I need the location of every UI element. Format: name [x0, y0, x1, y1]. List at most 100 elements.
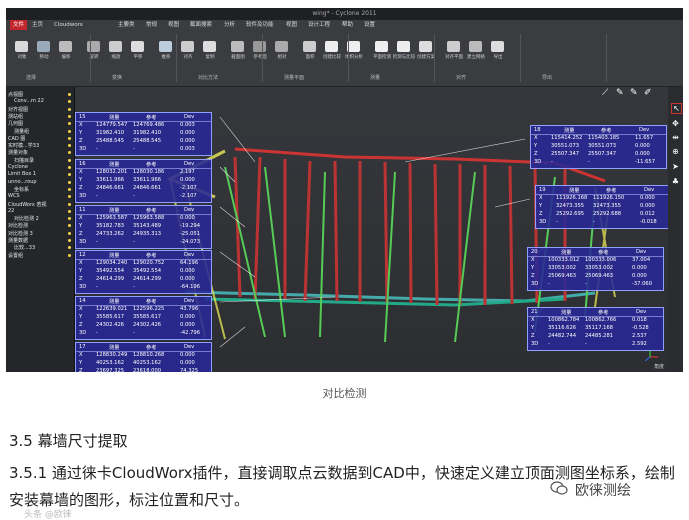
- visibility-dot[interactable]: [68, 173, 71, 177]
- ribbon-button[interactable]: 对象: [12, 38, 32, 62]
- menu-item[interactable]: 帮助: [342, 20, 353, 30]
- visibility-dot[interactable]: [68, 202, 71, 206]
- tree-item[interactable]: 几何图: [8, 120, 23, 127]
- tag-icon[interactable]: ✐: [644, 88, 656, 98]
- ribbon-button[interactable]: 对齐平面: [444, 38, 464, 62]
- comparison-panel[interactable]: 12 测量 参考 Dev X 129034.240 129020.752 64.196 Y 354…: [75, 250, 212, 294]
- ribbon-button[interactable]: 复制: [200, 38, 220, 62]
- visibility-dot[interactable]: [68, 224, 71, 228]
- comparison-panel[interactable]: 14 测量 参考 Dev X 122639.021 122596.225 43.796 Y 355…: [75, 296, 212, 340]
- menu-item[interactable]: 设置: [364, 20, 375, 30]
- visibility-dot[interactable]: [68, 217, 71, 221]
- tree-item[interactable]: 对比检测 2: [14, 215, 39, 222]
- tree-item[interactable]: 对比检测: [8, 222, 28, 229]
- menu-item[interactable]: 主要类: [118, 20, 135, 30]
- menu-item[interactable]: 视图: [168, 20, 179, 30]
- ribbon-button[interactable]: 导出: [488, 38, 508, 62]
- tree-item[interactable]: 测量数据: [8, 237, 28, 244]
- comparison-panel[interactable]: 11 测量 参考 Dev X 125963.587 125963.588 0.000 Y 3518…: [75, 205, 212, 249]
- tree-item[interactable]: Conv...m 22: [14, 98, 44, 104]
- visibility-dot[interactable]: [68, 158, 71, 162]
- tree-item[interactable]: 22: [8, 208, 14, 214]
- visibility-dot[interactable]: [68, 100, 71, 104]
- tree-item[interactable]: 实时模...学33: [8, 142, 39, 149]
- ribbon-button[interactable]: 体积分析: [344, 38, 364, 62]
- ribbon-button[interactable]: 推移: [156, 38, 176, 62]
- tree-item[interactable]: 设置组: [8, 252, 23, 259]
- tree-item[interactable]: WCS: [8, 193, 20, 199]
- comparison-panel[interactable]: 17 测量 参考 Dev X 128830.249 128810.268 0.000 Y 4025…: [75, 342, 212, 372]
- visibility-dot[interactable]: [68, 253, 71, 257]
- ribbon-button[interactable]: 建立网格: [466, 38, 486, 62]
- visibility-dot[interactable]: [68, 231, 71, 235]
- tree-item[interactable]: CAD 图: [8, 135, 25, 142]
- pointer-icon[interactable]: ↖: [671, 103, 682, 114]
- measure-icon[interactable]: ✎: [616, 88, 628, 98]
- menu-item[interactable]: Cloudworx: [54, 20, 83, 30]
- menu-item[interactable]: 截面搜索: [190, 20, 212, 30]
- comparison-panel[interactable]: 18 测量 参考 Dev X 115414.252 115403.185 11.657 Y 305…: [530, 125, 667, 169]
- visibility-dot[interactable]: [68, 239, 71, 242]
- ribbon-button[interactable]: 面积: [300, 38, 320, 62]
- visibility-dot[interactable]: [68, 114, 71, 118]
- ribbon-button[interactable]: 检测与比较: [393, 38, 415, 62]
- zoom-icon[interactable]: ⊕: [671, 147, 680, 156]
- visibility-dot[interactable]: [68, 93, 71, 96]
- ribbon-button[interactable]: 偏移: [56, 38, 76, 62]
- walk-icon[interactable]: ♣: [671, 177, 680, 186]
- pan-icon[interactable]: ✥: [671, 119, 680, 128]
- tree-item[interactable]: 坐标系: [14, 186, 29, 193]
- ribbon-button[interactable]: 创建比较: [322, 38, 342, 62]
- fly-icon[interactable]: ➤: [671, 162, 680, 171]
- visibility-dot[interactable]: [68, 107, 71, 111]
- ribbon-button[interactable]: 对齐: [178, 38, 198, 62]
- visibility-dot[interactable]: [68, 136, 71, 140]
- tree-item[interactable]: 测站组: [8, 113, 23, 120]
- comparison-panel[interactable]: 21 测量 参考 Dev X 100862.784 100862.766 0.018 Y 3511…: [527, 307, 664, 351]
- point-cloud-viewport[interactable]: 角度 ⟋ ✎ ✎ ✐ 15 测量 参考 Dev X 124779.547 124769.48…: [75, 87, 672, 372]
- ribbon-button[interactable]: 移动: [34, 38, 54, 62]
- menu-item[interactable]: 视图: [286, 20, 297, 30]
- tree-item[interactable]: unno...roup: [8, 179, 37, 185]
- ribbon-button[interactable]: 相对: [272, 38, 292, 62]
- tree-item[interactable]: 比较...33: [14, 244, 35, 251]
- comparison-panel[interactable]: 20 测量 参考 Dev X 100333.012 100333.006 37.004 Y 330…: [527, 247, 664, 291]
- ribbon-button[interactable]: 参考面: [250, 38, 270, 62]
- fit-icon[interactable]: ⇹: [671, 133, 680, 142]
- tree-item[interactable]: 对比检测 3: [8, 230, 33, 237]
- tree-item[interactable]: Limit Box 1: [8, 171, 36, 177]
- menu-item[interactable]: 分析: [224, 20, 235, 30]
- menu-item[interactable]: 常规: [146, 20, 157, 30]
- visibility-dot[interactable]: [68, 187, 71, 191]
- visibility-dot[interactable]: [68, 195, 71, 199]
- tree-item[interactable]: 测量对象: [8, 149, 28, 156]
- ribbon-button[interactable]: 截面图: [228, 38, 248, 62]
- ribbon-button[interactable]: 平移: [128, 38, 148, 62]
- comparison-panel[interactable]: 15 测量 参考 Dev X 124779.547 124769.486 0.003 Y 3198…: [75, 112, 212, 156]
- visibility-dot[interactable]: [68, 122, 71, 126]
- ribbon-button[interactable]: 旋转: [84, 38, 104, 62]
- menu-item[interactable]: 文件: [10, 20, 28, 30]
- pick-icon[interactable]: ✎: [630, 88, 642, 98]
- tree-item[interactable]: 点视图: [8, 91, 23, 98]
- menu-item[interactable]: 设计工程: [308, 20, 330, 30]
- visibility-dot[interactable]: [68, 144, 71, 148]
- visibility-dot[interactable]: [68, 129, 71, 133]
- tree-item[interactable]: 对齐视图: [8, 106, 28, 113]
- menu-item[interactable]: 主页: [32, 20, 43, 30]
- comparison-panel[interactable]: 19 测量 参考 Dev X 111926.168 111926.150 0.000 Y 3247…: [535, 185, 672, 229]
- ribbon-button[interactable]: 缩放: [106, 38, 126, 62]
- menu-item[interactable]: 软件及功能: [246, 20, 274, 30]
- comparison-panel[interactable]: 16 测量 参考 Dev X 128032.201 128030.186 2.197 Y 3361…: [75, 159, 212, 203]
- visibility-dot[interactable]: [68, 209, 71, 213]
- ruler-icon[interactable]: ⟋: [602, 88, 614, 98]
- tree-item[interactable]: 扫描目录: [14, 157, 34, 164]
- visibility-dot[interactable]: [68, 151, 71, 155]
- visibility-dot[interactable]: [68, 246, 71, 250]
- ribbon-button[interactable]: 创建方案: [416, 38, 436, 62]
- tree-item[interactable]: CloudWorx 若视: [8, 201, 46, 208]
- ribbon-button[interactable]: 平面检测: [372, 38, 392, 62]
- visibility-dot[interactable]: [68, 166, 71, 169]
- tree-item[interactable]: 测量组: [14, 128, 29, 135]
- visibility-dot[interactable]: [68, 180, 71, 184]
